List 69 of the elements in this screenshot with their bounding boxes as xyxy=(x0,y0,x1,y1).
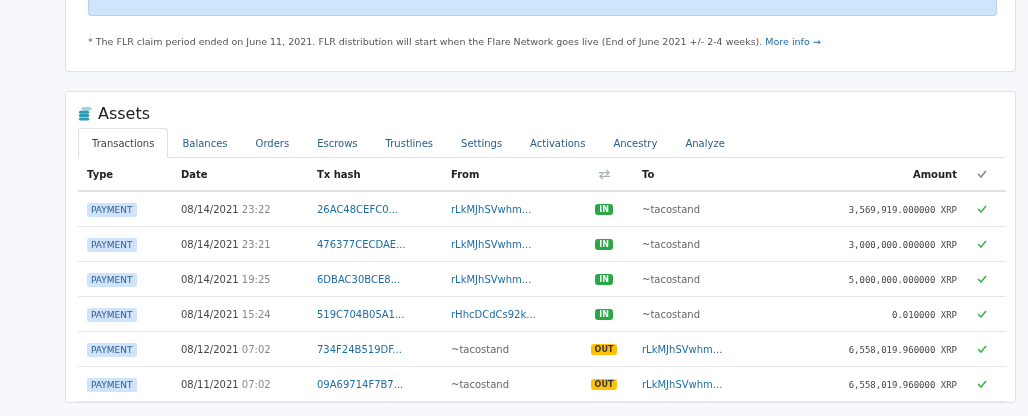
address-link[interactable]: rLkMJhSVwhm... xyxy=(451,203,532,215)
type-tag: PAYMENT xyxy=(87,342,137,357)
date-text: 08/14/2021 xyxy=(181,238,239,250)
date-text: 08/14/2021 xyxy=(181,203,239,215)
column-header: Type xyxy=(86,168,115,180)
time-text: 07:02 xyxy=(241,378,271,390)
tab[interactable]: Analyze xyxy=(671,128,739,158)
address-link[interactable]: rLkMJhSVwhm... xyxy=(642,343,723,355)
tab[interactable]: Escrows xyxy=(303,128,372,158)
address-link[interactable]: rLkMJhSVwhm... xyxy=(451,238,532,250)
time-text: 19:25 xyxy=(241,273,271,285)
check-icon xyxy=(976,170,987,178)
column-header: To xyxy=(641,168,656,180)
tab[interactable]: Balances xyxy=(168,128,242,158)
column-header: Amount xyxy=(911,168,957,180)
amount-text: 3,000,000.000000 XRP xyxy=(848,239,957,250)
footnote-text: * The FLR claim period ended on June 11, 2021. FLR distribution will start when the Flare Network goes live (End of June 2021 +/- 2-4 weeks). xyxy=(88,36,763,47)
tab[interactable]: Ancestry xyxy=(599,128,672,158)
date-text: 08/14/2021 xyxy=(181,273,239,285)
amount-text: 3,569,919.000000 XRP xyxy=(848,204,957,215)
account-name: ~tacostand xyxy=(451,343,509,355)
direction-badge: OUT xyxy=(590,343,618,355)
type-tag: PAYMENT xyxy=(87,272,137,287)
account-name: ~tacostand xyxy=(642,238,700,250)
account-name: ~tacostand xyxy=(642,273,700,285)
hash-link[interactable]: 6DBAC30BCE8... xyxy=(317,273,401,285)
type-tag: PAYMENT xyxy=(87,377,137,392)
amount-text: 5,000,000.000000 XRP xyxy=(848,274,957,285)
hash-link[interactable]: 519C704B05A1... xyxy=(317,308,405,320)
amount-text: 6,558,019.960000 XRP xyxy=(848,344,957,355)
type-tag: PAYMENT xyxy=(87,307,137,322)
coins-icon xyxy=(78,105,93,121)
time-text: 07:02 xyxy=(241,343,271,355)
account-name: ~tacostand xyxy=(642,203,700,215)
amount-text: 6,558,019.960000 XRP xyxy=(848,379,957,390)
account-name: ~tacostand xyxy=(451,378,509,390)
tab[interactable]: Orders xyxy=(241,128,304,158)
tab[interactable]: Activations xyxy=(516,128,600,158)
type-tag: PAYMENT xyxy=(87,237,137,252)
account-name: ~tacostand xyxy=(642,308,700,320)
type-tag: PAYMENT xyxy=(87,202,137,217)
column-header: Tx hash xyxy=(317,168,362,180)
tab[interactable]: Transactions xyxy=(78,128,169,158)
direction-badge: IN xyxy=(595,308,613,320)
direction-badge: IN xyxy=(595,238,613,250)
address-link[interactable]: rLkMJhSVwhm... xyxy=(451,273,532,285)
hash-link[interactable]: 476377CECDAE... xyxy=(317,238,406,250)
direction-badge: OUT xyxy=(590,378,618,390)
tab[interactable]: Settings xyxy=(447,128,517,158)
date-text: 08/12/2021 xyxy=(181,343,239,355)
direction-badge: IN xyxy=(595,273,613,285)
time-text: 15:24 xyxy=(241,308,271,320)
address-link[interactable]: rHhcDCdCs92k... xyxy=(451,308,536,320)
time-text: 23:22 xyxy=(241,203,271,215)
date-text: 08/11/2021 xyxy=(181,378,239,390)
more-info-link[interactable]: More info → xyxy=(765,36,821,47)
column-header: From xyxy=(451,168,481,180)
address-link[interactable]: rLkMJhSVwhm... xyxy=(642,378,723,390)
hash-link[interactable]: 09A69714F7B7... xyxy=(317,378,404,390)
date-text: 08/14/2021 xyxy=(181,308,239,320)
tab[interactable]: Trustlines xyxy=(371,128,448,158)
time-text: 23:21 xyxy=(241,238,271,250)
direction-badge: IN xyxy=(595,203,613,215)
hash-link[interactable]: 734F24B519DF... xyxy=(317,343,402,355)
column-header: Date xyxy=(181,168,209,180)
swap-arrows-icon xyxy=(597,168,611,180)
amount-text: 0.010000 XRP xyxy=(891,309,957,320)
hash-link[interactable]: 26AC48CEFC0... xyxy=(317,203,399,215)
section-title: Assets xyxy=(98,103,151,123)
